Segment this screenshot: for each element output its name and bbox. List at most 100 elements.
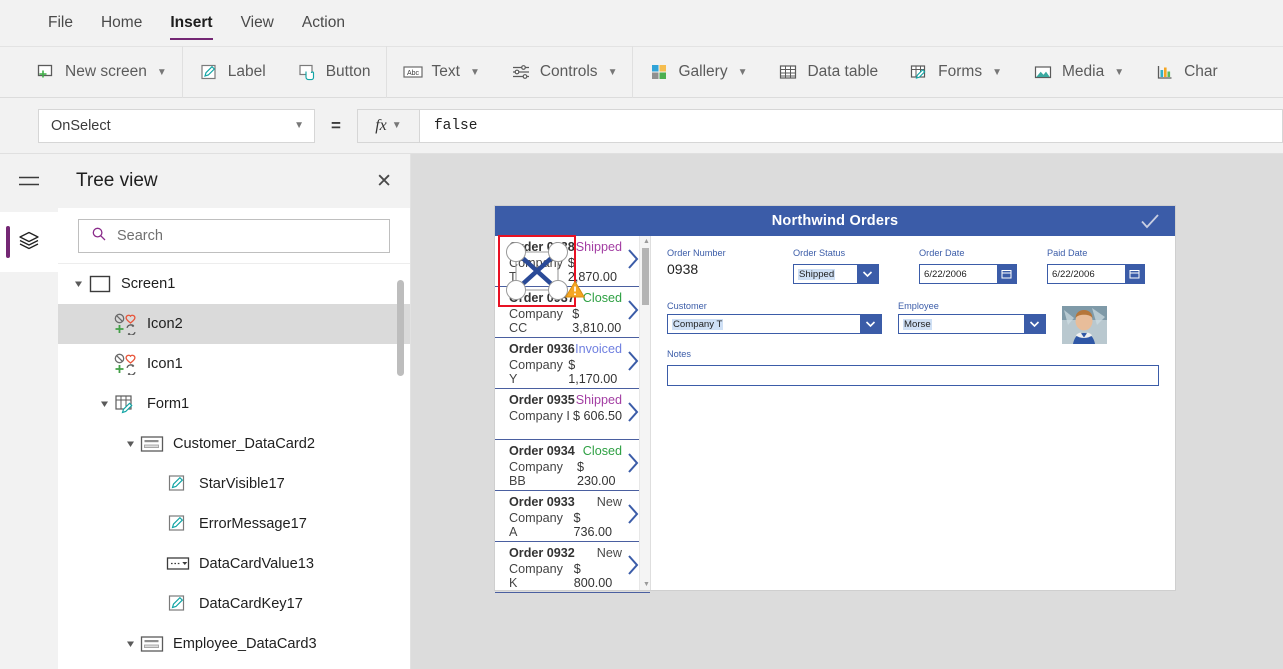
tree-view-header: Tree view ✕ <box>58 154 410 208</box>
customer-dropdown[interactable]: Company T <box>667 314 882 334</box>
tree-node-datacardkey17[interactable]: DataCardKey17 <box>58 584 410 624</box>
gallery-scrollbar[interactable]: ▲ ▼ <box>639 236 650 590</box>
tree-node-label: Icon1 <box>147 356 183 372</box>
order-number: Order 0936 <box>509 342 575 356</box>
order-amount: $ 1,170.00 <box>568 358 618 386</box>
tree-node-list: Screen1 Icon2 Icon1 Form1 Customer_DataCard2… <box>58 264 410 669</box>
paid-date-picker[interactable]: 6/22/2006 <box>1047 264 1145 284</box>
employee-dropdown[interactable]: Morse <box>898 314 1046 334</box>
new-screen-icon <box>35 61 57 83</box>
tree-view-rail-button[interactable] <box>0 212 58 272</box>
active-indicator <box>6 226 10 258</box>
gallery-item[interactable]: Order 0932 New Company K $ 800.00 <box>495 542 650 593</box>
tree-view-title: Tree view <box>76 170 158 191</box>
order-number: Order 0932 <box>509 546 575 560</box>
order-status-dropdown[interactable]: Shipped <box>793 264 879 284</box>
ribbon-button-button[interactable]: Button <box>281 46 386 98</box>
chevron-down-icon: ▼ <box>294 120 304 131</box>
warning-triangle-icon[interactable] <box>564 279 586 304</box>
tree-node-form1[interactable]: Form1 <box>58 384 410 424</box>
ribbon-label-button[interactable]: Label <box>183 46 281 98</box>
main-menu-bar: File Home Insert View Action <box>0 0 1283 46</box>
calendar-icon[interactable] <box>997 265 1016 283</box>
ribbon-gallery-button[interactable]: Gallery ▼ <box>633 46 762 98</box>
order-date-picker[interactable]: 6/22/2006 <box>919 264 1017 284</box>
menu-item-insert[interactable]: Insert <box>156 0 226 46</box>
tree-node-starvisible17[interactable]: StarVisible17 <box>58 464 410 504</box>
field-notes: Notes <box>667 349 1159 386</box>
field-label: Paid Date <box>1047 248 1088 258</box>
company-name: Company A <box>509 511 563 539</box>
field-order-number: Order Number 0938 <box>667 248 777 284</box>
tree-node-label: Customer_DataCard2 <box>173 436 315 452</box>
menu-item-file[interactable]: File <box>34 0 87 46</box>
order-date-value: 6/22/2006 <box>924 268 967 280</box>
tree-node-employee_datacard3[interactable]: Employee_DataCard3 <box>58 624 410 664</box>
tree-scrollbar-thumb[interactable] <box>397 280 404 376</box>
ribbon-forms-button[interactable]: Forms ▼ <box>893 46 1017 98</box>
tree-node-datacardvalue13[interactable]: DataCardValue13 <box>58 544 410 584</box>
caret-spacer <box>150 518 162 530</box>
property-selector-dropdown[interactable]: OnSelect ▼ <box>38 108 315 143</box>
expand-caret-icon[interactable] <box>72 278 84 290</box>
fx-toggle-button[interactable]: fx ▼ <box>356 108 419 143</box>
caret-spacer <box>98 358 110 370</box>
caret-spacer <box>150 558 162 570</box>
order-number: Order 0933 <box>509 495 575 509</box>
search-input[interactable]: Search <box>78 218 390 253</box>
gallery-item[interactable]: Order 0933 New Company A $ 736.00 <box>495 491 650 542</box>
formula-input[interactable]: false <box>418 108 1283 143</box>
order-amount: $ 3,810.00 <box>572 307 622 335</box>
order-status: Shipped <box>575 393 622 407</box>
tree-node-errormessage17[interactable]: ErrorMessage17 <box>58 504 410 544</box>
ribbon-chart-button[interactable]: Char <box>1139 46 1233 98</box>
employee-value: Morse <box>903 318 932 330</box>
field-label: Order Date <box>919 248 965 258</box>
ribbon-label: Data table <box>807 63 879 80</box>
tree-node-icon2[interactable]: Icon2 <box>58 304 410 344</box>
field-paid-date: Paid Date 6/22/2006 <box>1047 248 1159 284</box>
expand-caret-icon[interactable] <box>98 398 110 410</box>
menu-item-action[interactable]: Action <box>288 0 359 46</box>
close-icon[interactable]: ✕ <box>376 172 392 191</box>
field-employee: Employee Morse <box>898 301 1046 334</box>
ribbon-controls-button[interactable]: Controls ▼ <box>495 46 633 98</box>
expand-caret-icon[interactable] <box>124 438 136 450</box>
notes-input[interactable] <box>667 365 1159 386</box>
search-placeholder: Search <box>117 227 163 244</box>
icon-control-icon <box>114 353 138 375</box>
ribbon-text-button[interactable]: Abc Text ▼ <box>387 46 495 98</box>
gallery-item[interactable]: Order 0936 Invoiced Company Y $ 1,170.00 <box>495 338 650 389</box>
scroll-up-icon[interactable]: ▲ <box>643 238 650 245</box>
tree-node-screen1[interactable]: Screen1 <box>58 264 410 304</box>
company-name: Company Y <box>509 358 563 386</box>
ribbon-data-table-button[interactable]: Data table <box>762 46 893 98</box>
order-amount: $ 230.00 <box>577 460 616 488</box>
checkmark-icon[interactable] <box>1139 211 1161 236</box>
gallery-icon <box>648 61 670 83</box>
tree-node-customer_datacard2[interactable]: Customer_DataCard2 <box>58 424 410 464</box>
menu-item-view[interactable]: View <box>227 0 288 46</box>
chevron-down-icon: ▼ <box>391 120 402 131</box>
ribbon-new-screen-button[interactable]: New screen ▼ <box>20 46 182 98</box>
gallery-item[interactable]: Order 0934 Closed Company BB $ 230.00 <box>495 440 650 491</box>
data-table-icon <box>777 61 799 83</box>
chevron-down-icon[interactable] <box>857 265 878 283</box>
field-label: Order Number <box>667 248 726 258</box>
tree-scrollbar[interactable] <box>397 154 404 559</box>
chevron-down-icon[interactable] <box>860 315 881 333</box>
menu-item-home[interactable]: Home <box>87 0 156 46</box>
calendar-icon[interactable] <box>1125 265 1144 283</box>
gallery-scrollbar-thumb[interactable] <box>642 248 649 305</box>
insert-ribbon-toolbar: New screen ▼ Label Button Abc Text ▼ Con… <box>0 46 1283 98</box>
chevron-down-icon[interactable] <box>1024 315 1045 333</box>
gallery-item[interactable]: Order 0935 Shipped Company I $ 606.50 <box>495 389 650 440</box>
scroll-down-icon[interactable]: ▼ <box>643 581 650 588</box>
ribbon-media-button[interactable]: Media ▼ <box>1017 46 1139 98</box>
tree-node-icon1[interactable]: Icon1 <box>58 344 410 384</box>
expand-caret-icon[interactable] <box>124 638 136 650</box>
orders-gallery: Order 0938 Shipped Company T $ 2,870.00 Orde… <box>495 235 650 593</box>
chevron-down-icon: ▼ <box>992 66 1002 78</box>
tree-node-label: Employee_DataCard3 <box>173 636 317 652</box>
hamburger-menu-button[interactable] <box>0 154 58 212</box>
